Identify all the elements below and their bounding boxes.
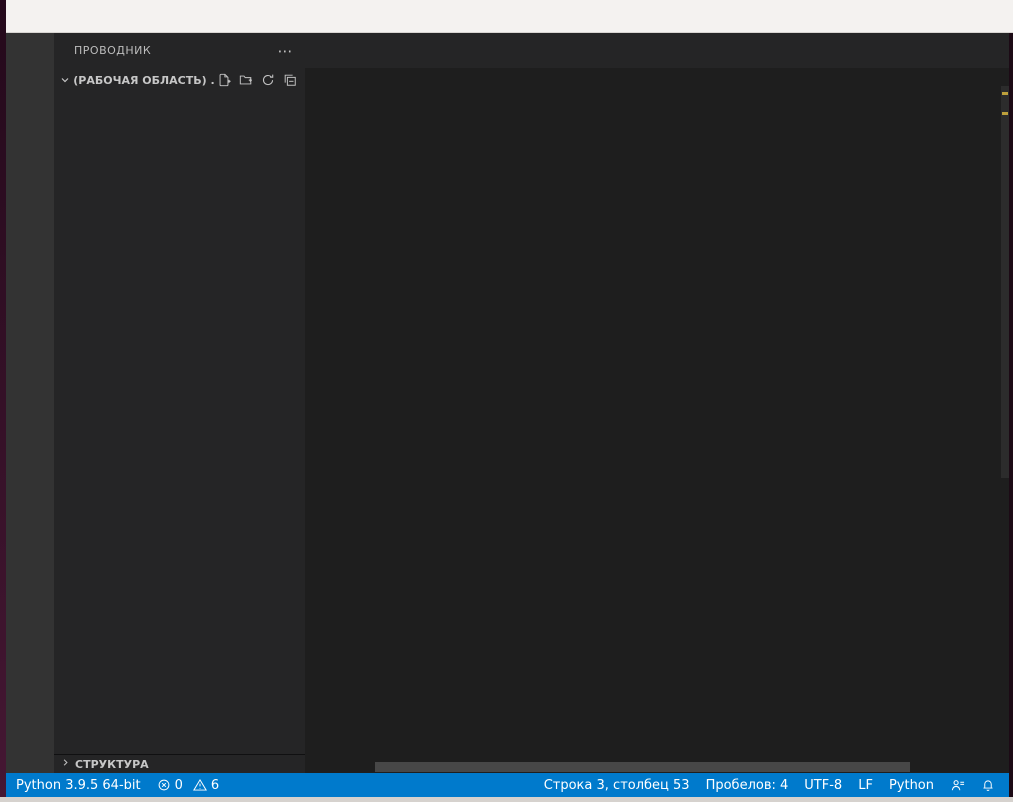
overview-warning-mark [1002, 112, 1008, 115]
editor-group [305, 33, 1009, 773]
chevron-right-icon [60, 757, 71, 771]
python-interpreter-status[interactable]: Python 3.9.5 64-bit [16, 778, 141, 793]
explorer-sidebar: ПРОВОДНИК ⋯ (РАБОЧАЯ ОБЛАСТЬ) ... [54, 33, 305, 773]
refresh-icon[interactable] [261, 73, 275, 87]
sidebar-title-row: ПРОВОДНИК ⋯ [54, 33, 305, 68]
desktop-edge-bottom [0, 797, 1013, 802]
encoding-status[interactable]: UTF-8 [804, 778, 842, 793]
code-editor[interactable] [305, 88, 925, 761]
warning-count: 6 [211, 778, 219, 793]
sidebar-title: ПРОВОДНИК [74, 44, 151, 57]
desktop-edge-right [1009, 33, 1013, 797]
eol-label: LF [858, 778, 873, 793]
status-bar: Python 3.9.5 64-bit 0 6 Строка 3, столбе… [6, 773, 1009, 797]
horizontal-scrollbar[interactable] [375, 762, 910, 772]
activity-bar [6, 33, 54, 773]
outline-section-header[interactable]: СТРУКТУРА [54, 754, 305, 773]
indentation-status[interactable]: Пробелов: 4 [706, 778, 789, 793]
new-folder-icon[interactable] [239, 73, 253, 87]
outline-section-label: СТРУКТУРА [75, 758, 149, 771]
breadcrumb [305, 68, 1009, 88]
chevron-down-icon [58, 74, 71, 86]
eol-status[interactable]: LF [858, 778, 873, 793]
language-label: Python [889, 778, 934, 793]
indentation-label: Пробелов: 4 [706, 778, 789, 793]
menu-bar [6, 0, 1013, 33]
language-mode-status[interactable]: Python [889, 778, 934, 793]
feedback-icon[interactable] [950, 778, 965, 793]
more-actions-icon[interactable]: ⋯ [278, 42, 294, 60]
file-tree [54, 92, 305, 754]
tab-bar [305, 33, 1009, 68]
error-icon [157, 778, 171, 792]
workspace-section-header[interactable]: (РАБОЧАЯ ОБЛАСТЬ) ... [54, 68, 305, 92]
vertical-scrollbar[interactable] [1001, 86, 1009, 478]
warning-icon [193, 778, 207, 792]
problems-status[interactable]: 0 6 [157, 778, 220, 793]
collapse-all-icon[interactable] [283, 73, 297, 87]
cursor-position-label: Строка 3, столбец 53 [544, 778, 690, 793]
notifications-bell-icon[interactable] [981, 778, 995, 792]
overview-warning-mark [1002, 92, 1008, 95]
encoding-label: UTF-8 [804, 778, 842, 793]
workspace-section-label: (РАБОЧАЯ ОБЛАСТЬ) ... [73, 74, 215, 87]
cursor-position-status[interactable]: Строка 3, столбец 53 [544, 778, 690, 793]
new-file-icon[interactable] [217, 73, 231, 87]
python-version-label: Python 3.9.5 64-bit [16, 778, 141, 793]
vscode-window: ПРОВОДНИК ⋯ (РАБОЧАЯ ОБЛАСТЬ) ... [0, 0, 1013, 802]
error-count: 0 [175, 778, 183, 793]
